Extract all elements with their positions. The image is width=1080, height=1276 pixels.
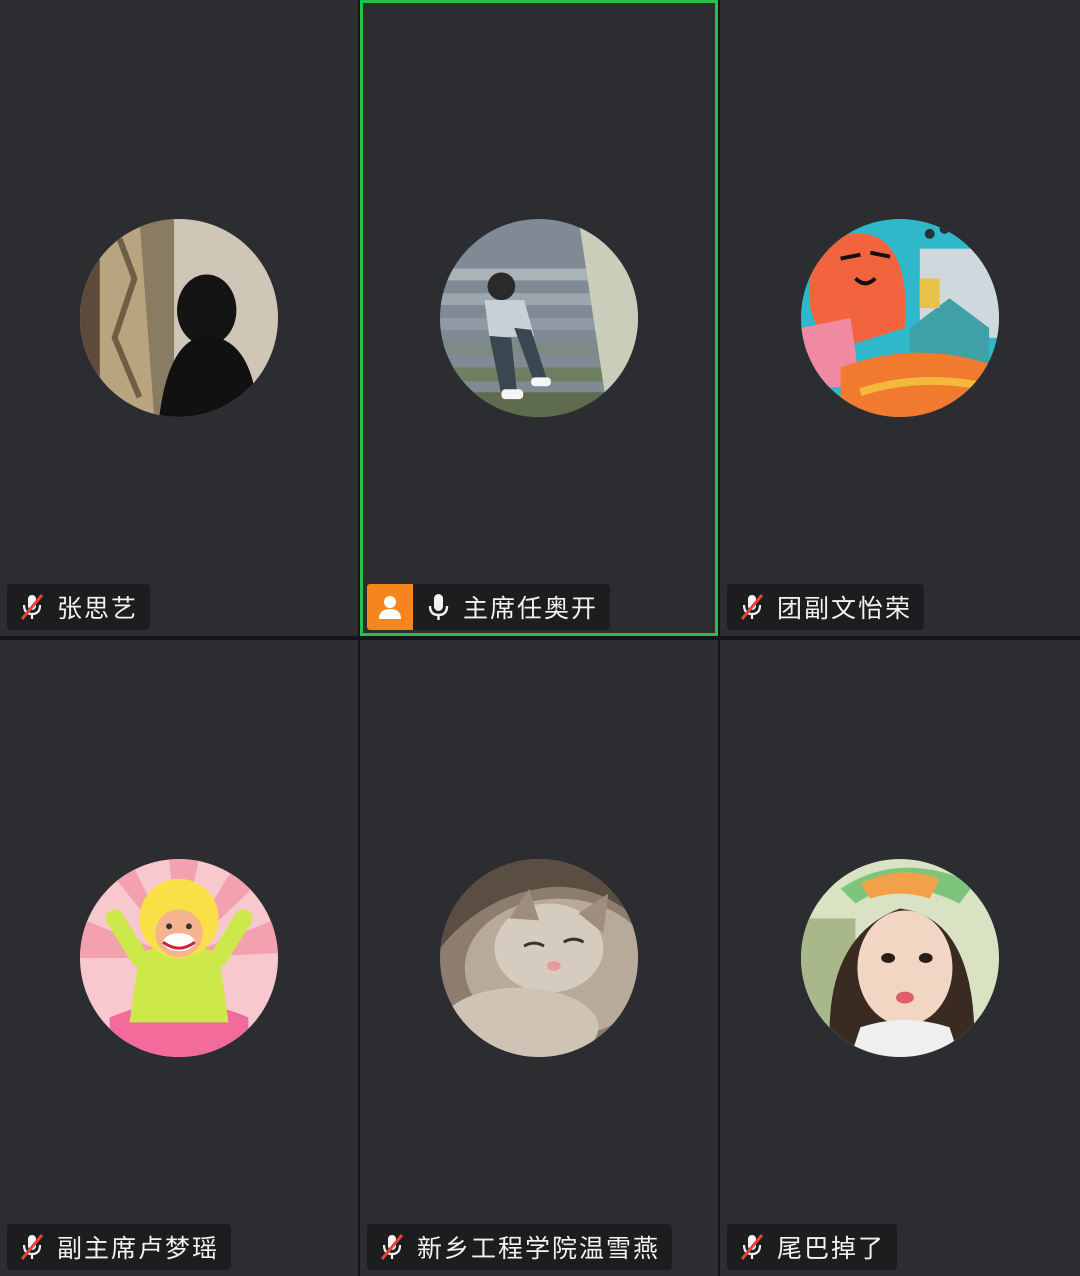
- participant-nameplate: 团副文怡荣: [727, 584, 925, 630]
- mic-icon: [428, 594, 449, 620]
- participant-tile-active-speaker[interactable]: 主席任奥开: [360, 0, 718, 636]
- participant-nameplate: 副主席卢梦瑶: [7, 1224, 232, 1270]
- participant-avatar: [440, 219, 638, 417]
- participant-tile[interactable]: 张思艺: [0, 0, 358, 636]
- participant-name: 副主席卢梦瑶: [57, 1234, 220, 1263]
- mic-muted-icon: [740, 1234, 764, 1260]
- participant-name: 主席任奥开: [463, 594, 599, 623]
- participant-name: 尾巴掉了: [777, 1234, 886, 1263]
- mic-muted-icon: [380, 1234, 404, 1260]
- participant-tile[interactable]: 尾巴掉了: [720, 640, 1080, 1276]
- participant-tile[interactable]: 团副文怡荣: [720, 0, 1080, 636]
- video-grid: 张思艺 主席任奥开 团副文怡荣 副主席卢梦瑶 新乡工程学院温雪燕 尾巴掉了: [0, 0, 1080, 1276]
- participant-nameplate: 尾巴掉了: [727, 1224, 898, 1270]
- host-badge: [367, 584, 413, 630]
- mic-muted-icon: [20, 594, 44, 620]
- participant-nameplate: 新乡工程学院温雪燕: [367, 1224, 673, 1270]
- participant-nameplate: 张思艺: [7, 584, 151, 630]
- participant-name: 团副文怡荣: [777, 594, 913, 623]
- mic-muted-icon: [20, 1234, 44, 1260]
- participant-nameplate: 主席任奥开: [367, 584, 611, 630]
- participant-avatar: [440, 859, 638, 1057]
- participant-avatar: [801, 219, 999, 417]
- participant-avatar: [80, 219, 278, 417]
- person-icon: [379, 596, 401, 619]
- participant-tile[interactable]: 新乡工程学院温雪燕: [360, 640, 718, 1276]
- participant-name: 新乡工程学院温雪燕: [417, 1234, 661, 1263]
- mic-muted-icon: [740, 594, 764, 620]
- participant-tile[interactable]: 副主席卢梦瑶: [0, 640, 358, 1276]
- participant-avatar: [80, 859, 278, 1057]
- participant-name: 张思艺: [57, 594, 139, 623]
- participant-avatar: [801, 859, 999, 1057]
